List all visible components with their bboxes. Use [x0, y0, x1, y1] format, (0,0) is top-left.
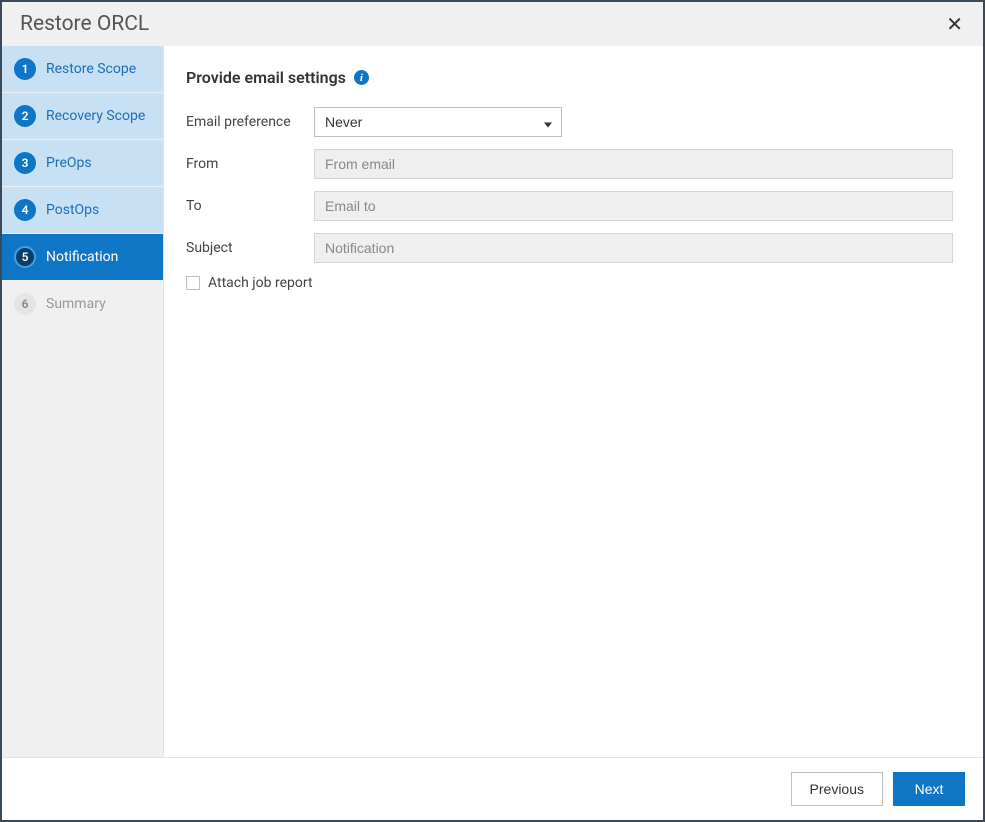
label-subject: Subject — [186, 240, 314, 256]
main-panel: Provide email settings i Email preferenc… — [163, 46, 983, 757]
sidebar-item-label: PreOps — [46, 155, 92, 171]
sidebar-item-label: PostOps — [46, 202, 99, 218]
step-badge: 1 — [14, 58, 36, 80]
row-email-preference: Email preference Never — [186, 107, 953, 137]
row-to: To — [186, 191, 953, 221]
info-icon[interactable]: i — [354, 70, 369, 85]
dialog-title: Restore ORCL — [20, 12, 149, 36]
sidebar-item-label: Notification — [46, 249, 118, 265]
titlebar: Restore ORCL ✕ — [2, 2, 983, 46]
next-button[interactable]: Next — [893, 772, 965, 806]
from-input — [314, 149, 953, 179]
step-badge: 5 — [14, 246, 36, 268]
email-preference-value[interactable]: Never — [314, 107, 562, 137]
email-preference-select[interactable]: Never — [314, 107, 562, 137]
sidebar-item-recovery-scope[interactable]: 2 Recovery Scope — [2, 93, 163, 140]
sidebar-item-restore-scope[interactable]: 1 Restore Scope — [2, 46, 163, 93]
row-subject: Subject — [186, 233, 953, 263]
restore-dialog: Restore ORCL ✕ 1 Restore Scope 2 Recover… — [0, 0, 985, 822]
dialog-footer: Previous Next — [2, 757, 983, 820]
sidebar-item-label: Summary — [46, 296, 106, 312]
sidebar-item-notification[interactable]: 5 Notification — [2, 234, 163, 281]
step-badge: 2 — [14, 105, 36, 127]
step-badge: 4 — [14, 199, 36, 221]
row-attach-report[interactable]: Attach job report — [186, 275, 953, 291]
label-from: From — [186, 156, 314, 172]
dialog-body: 1 Restore Scope 2 Recovery Scope 3 PreOp… — [2, 46, 983, 757]
attach-report-checkbox[interactable] — [186, 276, 200, 290]
step-badge: 3 — [14, 152, 36, 174]
close-icon[interactable]: ✕ — [942, 14, 967, 34]
section-heading: Provide email settings — [186, 68, 346, 87]
sidebar-item-label: Restore Scope — [46, 61, 136, 77]
label-email-preference: Email preference — [186, 114, 314, 130]
label-to: To — [186, 198, 314, 214]
section-title-row: Provide email settings i — [186, 68, 953, 87]
sidebar-item-summary: 6 Summary — [2, 281, 163, 328]
row-from: From — [186, 149, 953, 179]
sidebar-item-preops[interactable]: 3 PreOps — [2, 140, 163, 187]
step-badge: 6 — [14, 293, 36, 315]
previous-button[interactable]: Previous — [791, 772, 883, 806]
sidebar-item-postops[interactable]: 4 PostOps — [2, 187, 163, 234]
wizard-sidebar: 1 Restore Scope 2 Recovery Scope 3 PreOp… — [2, 46, 163, 757]
subject-input — [314, 233, 953, 263]
sidebar-item-label: Recovery Scope — [46, 108, 145, 124]
attach-report-label: Attach job report — [208, 275, 313, 291]
to-input — [314, 191, 953, 221]
